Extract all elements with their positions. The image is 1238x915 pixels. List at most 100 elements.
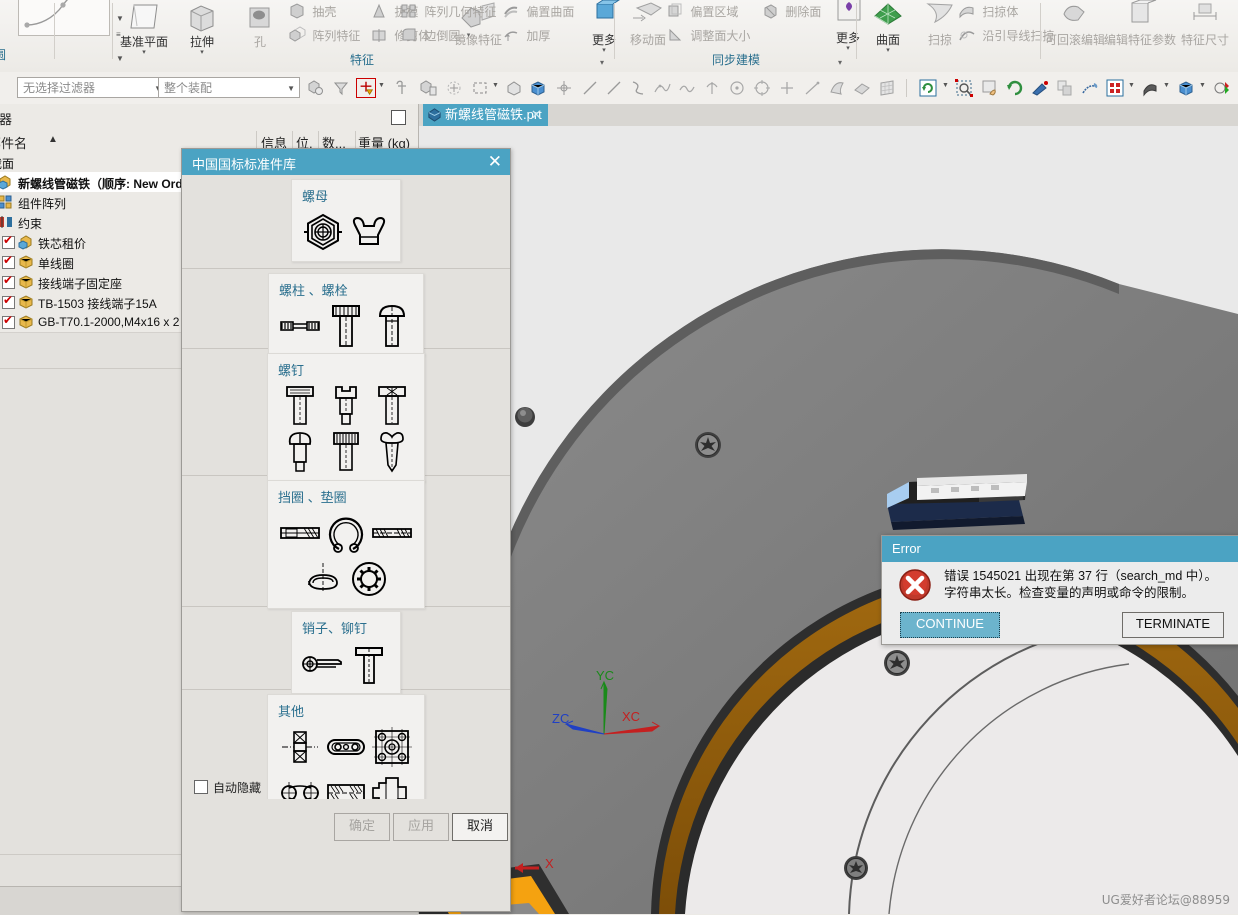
- spring-washer-icon[interactable]: [300, 556, 346, 602]
- shade-icon[interactable]: [1140, 78, 1160, 98]
- pan-icon[interactable]: [980, 78, 1000, 98]
- rect-select-icon[interactable]: [470, 78, 490, 98]
- studio-spline-icon[interactable]: [677, 78, 697, 98]
- continue-button[interactable]: CONTINUE: [900, 612, 1000, 638]
- chevron-down-icon[interactable]: ▼: [378, 82, 385, 89]
- ribbon-button-offset-region[interactable]: 偏置区域: [666, 2, 738, 24]
- ribbon-button-pattern-geometry[interactable]: 阵列几何特征: [400, 2, 496, 24]
- graphics-viewport[interactable]: YC XC ZC X UG爱好者论坛@88959: [419, 104, 1238, 914]
- fit-icon[interactable]: [1030, 78, 1050, 98]
- circle-icon[interactable]: [727, 78, 747, 98]
- ribbon-button-extrude[interactable]: 拉伸 ▾: [170, 0, 234, 56]
- flat-washer-icon[interactable]: [369, 510, 415, 556]
- section-card-washers[interactable]: 挡圈 、垫圈: [267, 480, 425, 609]
- grid-icon[interactable]: [877, 78, 897, 98]
- rivet-icon[interactable]: [346, 641, 392, 687]
- hex-bolt-icon[interactable]: [323, 303, 369, 349]
- auto-hide-checkbox-row[interactable]: 自动隐藏: [194, 779, 261, 796]
- slotted-screw-icon[interactable]: [277, 383, 323, 429]
- chevron-down-icon[interactable]: ▼: [287, 78, 295, 99]
- hex-nut-icon[interactable]: [300, 209, 346, 255]
- cancel-button[interactable]: 取消: [452, 813, 508, 841]
- ribbon-button-rollback-edit[interactable]: 可回滚编辑: [1042, 0, 1108, 48]
- section-card-screws[interactable]: 螺钉: [267, 353, 425, 482]
- chevron-down-icon[interactable]: ▼: [1163, 82, 1170, 89]
- chevron-down-icon[interactable]: ▼: [942, 82, 949, 89]
- refresh-icon[interactable]: [918, 78, 938, 98]
- arc-icon[interactable]: [628, 78, 648, 98]
- tree-row-checkbox[interactable]: [2, 313, 15, 329]
- chevron-down-icon[interactable]: ▼: [1199, 82, 1206, 89]
- ribbon-button-offset-surface[interactable]: 偏置曲面: [502, 2, 574, 24]
- line3-icon[interactable]: [802, 78, 822, 98]
- apply-button[interactable]: 应用: [393, 813, 449, 841]
- feature-select-icon[interactable]: [418, 78, 438, 98]
- snap-ring-icon[interactable]: [323, 510, 369, 556]
- surface2-icon[interactable]: [852, 78, 872, 98]
- color-icon[interactable]: [1212, 78, 1232, 98]
- ribbon-group-expand-feature[interactable]: ▾: [600, 58, 604, 67]
- line-icon[interactable]: [580, 78, 600, 98]
- ellipse-icon[interactable]: [752, 78, 772, 98]
- panel-maximize-button[interactable]: [391, 110, 406, 125]
- close-icon[interactable]: ✕: [488, 151, 502, 173]
- section-card-studs-bolts[interactable]: 螺柱 、螺栓: [268, 273, 424, 356]
- ribbon-button-datum-plane[interactable]: 基准平面 ▾: [112, 0, 176, 56]
- ribbon-button-hole[interactable]: 孔: [228, 0, 292, 50]
- cube-icon[interactable]: [1176, 78, 1196, 98]
- chevron-down-icon[interactable]: ▾: [170, 49, 234, 56]
- body-select-icon[interactable]: [504, 78, 524, 98]
- filter-select-icon[interactable]: [331, 78, 351, 98]
- rotate-icon[interactable]: [1005, 78, 1025, 98]
- ribbon-group-expand-sync[interactable]: ▾: [838, 58, 842, 67]
- tree-row-checkbox[interactable]: [2, 233, 15, 249]
- helix-icon[interactable]: [702, 78, 722, 98]
- ribbon-button-thicken[interactable]: 加厚: [502, 26, 550, 48]
- ribbon-button-delete-face[interactable]: 删除面: [761, 2, 821, 24]
- ok-button[interactable]: 确定: [334, 813, 390, 841]
- ribbon-button-shell[interactable]: 抽壳: [288, 2, 336, 24]
- hex-head-screw-icon[interactable]: [277, 429, 323, 475]
- selection-filter-combo[interactable]: 无选择过滤器 ▼: [17, 77, 167, 98]
- section-card-nuts[interactable]: 螺母: [291, 179, 401, 262]
- tree-row-checkbox[interactable]: [2, 293, 15, 309]
- bearing-plate-icon[interactable]: [369, 724, 415, 770]
- part-tab-active[interactable]: 新螺线管磁铁.prt ✕: [423, 104, 548, 126]
- cotter-pin-icon[interactable]: [300, 641, 346, 687]
- selection-scope-combo[interactable]: 整个装配 ▼: [158, 77, 300, 98]
- solid-body-icon[interactable]: [528, 78, 548, 98]
- render-style-icon[interactable]: [1055, 78, 1075, 98]
- tree-row-checkbox[interactable]: [2, 253, 15, 269]
- cross-screw-icon[interactable]: [369, 383, 415, 429]
- zoom-window-icon[interactable]: [954, 78, 974, 98]
- datum-select-icon[interactable]: [392, 78, 412, 98]
- section-card-pins-rivets[interactable]: 销子、铆钉: [291, 611, 401, 694]
- ribbon-button-edge-blend[interactable]: 边倒圆 ▾: [400, 26, 470, 48]
- line2-icon[interactable]: [604, 78, 624, 98]
- select-general-icon[interactable]: [305, 78, 325, 98]
- socket-screw-icon[interactable]: [323, 383, 369, 429]
- point-icon[interactable]: [777, 78, 797, 98]
- close-icon[interactable]: ✕: [531, 104, 542, 126]
- plate-icon[interactable]: [323, 724, 369, 770]
- ribbon-button-feature-dimension[interactable]: 特征尺寸: [1174, 0, 1236, 48]
- tooth-lock-washer-icon[interactable]: [346, 556, 392, 602]
- ribbon-button-swept-body[interactable]: 扫掠体: [958, 2, 1018, 24]
- key-icon[interactable]: [277, 724, 323, 770]
- pan-head-screw-icon[interactable]: [369, 429, 415, 475]
- move-object-icon[interactable]: [554, 78, 574, 98]
- wing-nut-icon[interactable]: [346, 209, 392, 255]
- ribbon-button-resize-face[interactable]: 调整面大小: [666, 26, 750, 48]
- chevron-down-icon[interactable]: ▼: [492, 82, 499, 89]
- layout-icon[interactable]: [1105, 78, 1125, 98]
- ribbon-button-pattern-feature[interactable]: 阵列特征: [288, 26, 360, 48]
- knurled-screw-icon[interactable]: [323, 429, 369, 475]
- chevron-down-icon[interactable]: ▾: [467, 31, 471, 39]
- true-shading-icon[interactable]: [1080, 78, 1100, 98]
- point-snap-icon[interactable]: [356, 78, 376, 98]
- stud-icon[interactable]: [277, 303, 323, 349]
- round-head-bolt-icon[interactable]: [369, 303, 415, 349]
- face-select-icon[interactable]: [444, 78, 464, 98]
- sheet-icon[interactable]: [827, 78, 847, 98]
- auto-hide-checkbox[interactable]: [194, 780, 208, 794]
